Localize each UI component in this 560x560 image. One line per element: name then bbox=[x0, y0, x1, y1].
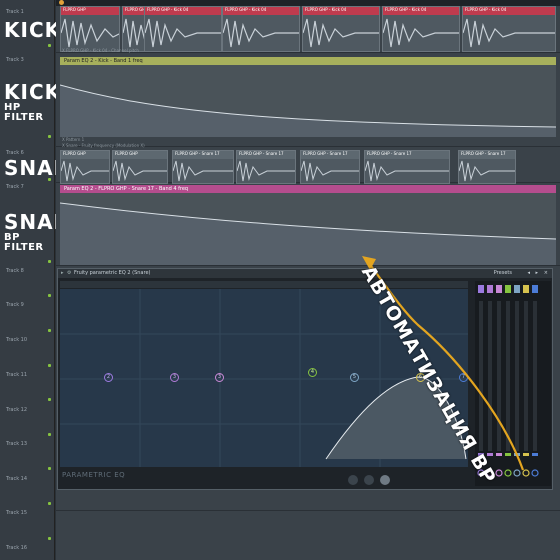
waveform-icon bbox=[303, 18, 379, 48]
waveform-icon bbox=[459, 160, 515, 182]
snare-automation-clip[interactable] bbox=[59, 193, 557, 265]
eq-band-node[interactable]: 7 bbox=[459, 373, 468, 382]
track-label[interactable]: Track 15 bbox=[6, 510, 27, 516]
eq-band-node[interactable]: 5 bbox=[350, 373, 359, 382]
waveform-icon bbox=[301, 160, 359, 182]
band-params-bar[interactable] bbox=[60, 281, 468, 288]
kick-hp-label: KICK bbox=[4, 80, 62, 104]
eq-title: Fruity parametric EQ 2 (Snare) bbox=[74, 270, 151, 276]
automation-curve bbox=[59, 202, 557, 265]
audio-clip[interactable]: FLPRO GHP - Snare 17 bbox=[300, 150, 360, 184]
audio-clip[interactable]: FLPRO GHP - Kick 04 bbox=[222, 6, 300, 52]
kick-label: KICK bbox=[4, 18, 62, 42]
track-label[interactable]: Track 11 bbox=[6, 372, 27, 378]
row-separator bbox=[56, 265, 560, 266]
kick-clip-row: FLPRO GHP FLPRO GH FLPRO GHP - Kick 04 F… bbox=[60, 6, 556, 52]
track-led[interactable] bbox=[48, 135, 51, 138]
audio-clip[interactable]: FLPRO GHP - Kick 04 bbox=[382, 6, 460, 52]
menu-arrow-icon[interactable]: ▸ bbox=[61, 269, 64, 278]
track-led[interactable] bbox=[48, 398, 51, 401]
audio-clip[interactable]: FLPRO GHP - Snare 17 bbox=[458, 150, 516, 184]
track-led[interactable] bbox=[48, 329, 51, 332]
track-header-column: KICK KICK HP FILTER SNARE SNARE BP FILTE… bbox=[0, 0, 84, 560]
track-led[interactable] bbox=[48, 294, 51, 297]
track-led[interactable] bbox=[48, 433, 51, 436]
eq-band-node[interactable]: 3 bbox=[215, 373, 224, 382]
kick-pitch-label: X FLPRO GHP - Kick 04 - Channel pitch bbox=[62, 48, 139, 53]
track-label[interactable]: Track 10 bbox=[6, 337, 27, 343]
close-icon[interactable]: × bbox=[544, 269, 548, 278]
waveform-icon bbox=[365, 160, 449, 182]
audio-clip[interactable]: FLPRO GHP - Kick 04 bbox=[302, 6, 380, 52]
automation-curve bbox=[59, 84, 557, 137]
audio-clip[interactable]: FLPRO GHP bbox=[60, 6, 120, 52]
row-separator bbox=[56, 510, 560, 511]
audio-clip[interactable]: FLPRO GHP - Snare 17 bbox=[364, 150, 450, 184]
track-led[interactable] bbox=[48, 44, 51, 47]
playhead-icon[interactable] bbox=[59, 0, 64, 5]
kick-automation-clip-header[interactable]: Param EQ 2 - Kick - Band 1 freq bbox=[60, 57, 556, 65]
gear-icon[interactable]: ⚙ bbox=[67, 269, 71, 278]
waveform-icon bbox=[383, 18, 459, 48]
eq-title-bar[interactable]: ▸ ⚙ Fruity parametric EQ 2 (Snare) Prese… bbox=[58, 269, 552, 278]
kick-hp-sub-label: HP FILTER bbox=[4, 102, 44, 123]
track-label[interactable]: Track 14 bbox=[6, 476, 27, 482]
track-label[interactable]: Track 9 bbox=[6, 302, 24, 308]
waveform-icon bbox=[61, 18, 119, 48]
track-label[interactable]: Track 8 bbox=[6, 268, 24, 274]
audio-clip[interactable]: FLPRO GHP - Snare 17 bbox=[236, 150, 296, 184]
eq-band-node[interactable]: 4 bbox=[308, 368, 317, 377]
snare-bp-sub-label: BP FILTER bbox=[4, 232, 44, 253]
pattern-label: X Pattern 1 bbox=[62, 137, 85, 142]
track-label[interactable]: Track 6 bbox=[6, 150, 24, 156]
track-led[interactable] bbox=[48, 178, 51, 181]
track-label[interactable]: Track 12 bbox=[6, 407, 27, 413]
view-toggle-icon[interactable] bbox=[380, 475, 390, 485]
track-led[interactable] bbox=[48, 260, 51, 263]
track-led[interactable] bbox=[48, 467, 51, 470]
track-label[interactable]: Track 13 bbox=[6, 441, 27, 447]
waveform-icon bbox=[145, 18, 221, 48]
waveform-icon bbox=[61, 160, 109, 182]
kick-automation-clip[interactable] bbox=[59, 65, 557, 137]
eq-band-node[interactable]: 2 bbox=[104, 373, 113, 382]
waveform-icon bbox=[173, 160, 233, 182]
snare-automation-clip-header[interactable]: Param EQ 2 - FLPRO GHP - Snare 17 - Band… bbox=[60, 185, 556, 193]
track-label[interactable]: Track 7 bbox=[6, 184, 24, 190]
prev-preset-icon[interactable]: ◂ bbox=[527, 269, 530, 278]
audio-clip[interactable]: FLPRO GHP - Kick 04 bbox=[144, 6, 222, 52]
next-preset-icon[interactable]: ▸ bbox=[535, 269, 538, 278]
track-label[interactable]: Track 1 bbox=[6, 9, 24, 15]
waveform-icon bbox=[113, 160, 167, 182]
eq-band-node[interactable]: 3 bbox=[170, 373, 179, 382]
settings-knob-icon[interactable] bbox=[364, 475, 374, 485]
audio-clip[interactable]: FLPRO GHP bbox=[112, 150, 168, 184]
track-led[interactable] bbox=[48, 537, 51, 540]
waveform-icon bbox=[463, 18, 555, 48]
waveform-icon bbox=[237, 160, 295, 182]
track-led[interactable] bbox=[48, 502, 51, 505]
audio-clip[interactable]: FLPRO GHP - Kick 04 bbox=[462, 6, 556, 52]
snare-clip-row: FLPRO GHP FLPRO GHP FLPRO GHP - Snare 17… bbox=[60, 150, 556, 184]
track-label[interactable]: Track 16 bbox=[6, 545, 27, 551]
waveform-icon bbox=[223, 18, 299, 48]
track-label[interactable]: Track 3 bbox=[6, 57, 24, 63]
audio-clip[interactable]: FLPRO GHP bbox=[60, 150, 110, 184]
presets-button[interactable]: Presets bbox=[494, 269, 512, 278]
eq-logo: PARAMETRIC EQ bbox=[62, 471, 126, 479]
play-icon[interactable] bbox=[348, 475, 358, 485]
snare-mod-label: X Snare - Fruity frequency (Modulation X… bbox=[62, 143, 145, 148]
audio-clip[interactable]: FLPRO GHP - Snare 17 bbox=[172, 150, 234, 184]
track-led[interactable] bbox=[48, 364, 51, 367]
